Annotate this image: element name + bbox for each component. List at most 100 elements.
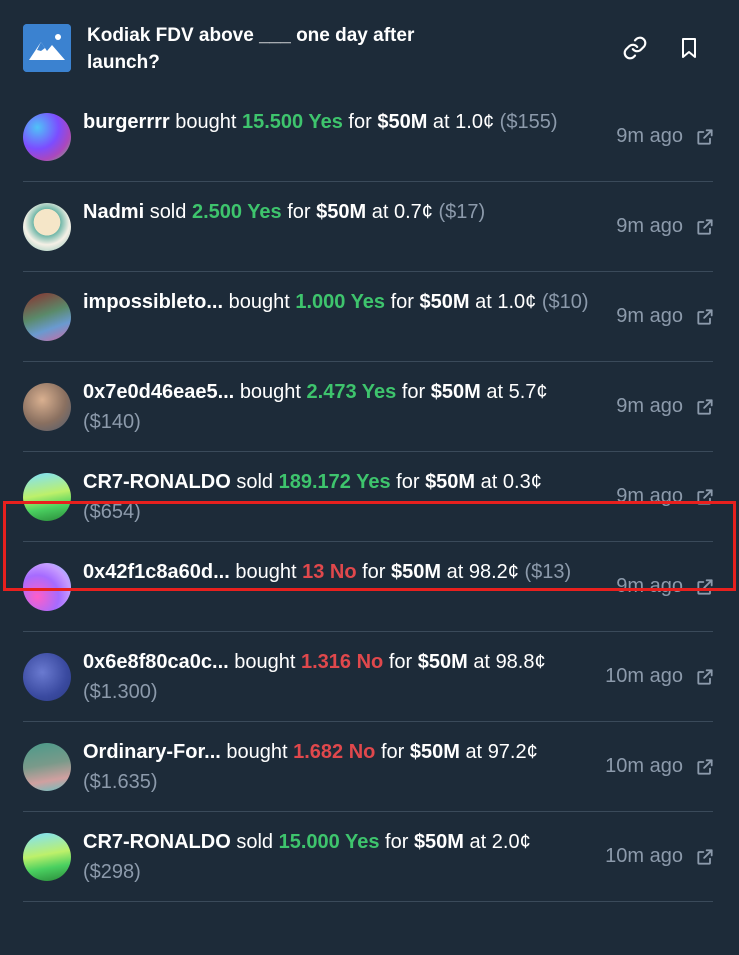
word-for: for [348, 111, 372, 133]
trade-user[interactable]: 0x6e8f80ca0c... [83, 651, 229, 673]
external-link-icon[interactable] [695, 577, 715, 597]
trade-price: 5.7¢ [508, 381, 548, 403]
trade-verb: bought [234, 651, 296, 673]
trade-user[interactable]: 0x7e0d46eae5... [83, 381, 234, 403]
word-for: for [401, 381, 426, 403]
trade-row[interactable]: impossibleto... bought 1.000 Yes for $50… [0, 272, 739, 362]
trade-description: 0x7e0d46eae5... bought 2.473 Yes for $50… [83, 377, 593, 437]
trade-amount: 2.473 Yes [306, 381, 397, 403]
word-for: for [388, 651, 413, 673]
trade-row[interactable]: 0x7e0d46eae5... bought 2.473 Yes for $50… [0, 362, 739, 452]
external-link-icon[interactable] [695, 487, 715, 507]
trade-time: 9m ago [616, 395, 683, 417]
trade-market: $50M [419, 291, 470, 313]
trade-description: 0x6e8f80ca0c... bought 1.316 No for $50M… [83, 647, 593, 707]
trade-total: ($13) [524, 561, 572, 583]
user-avatar[interactable] [23, 743, 71, 791]
external-link-icon[interactable] [695, 667, 715, 687]
word-for: for [362, 561, 386, 583]
trade-user[interactable]: Nadmi [83, 201, 144, 223]
trade-row[interactable]: Nadmi sold 2.500 Yes for $50M at 0.7¢ ($… [0, 182, 739, 272]
trade-verb: bought [235, 561, 297, 583]
word-at: at [371, 201, 389, 223]
trade-verb: bought [175, 111, 237, 133]
user-avatar[interactable] [23, 833, 71, 881]
trade-total: ($10) [541, 291, 589, 313]
word-for: for [396, 471, 420, 493]
trade-row[interactable]: burgerrrr bought 15.500 Yes for $50M at … [0, 92, 739, 182]
copy-link-button[interactable] [619, 32, 651, 64]
trade-user[interactable]: impossibleto... [83, 291, 223, 313]
trade-verb: sold [149, 201, 187, 223]
trade-total: ($140) [83, 411, 141, 433]
trade-row[interactable]: Ordinary-For... bought 1.682 No for $50M… [0, 722, 739, 812]
trade-price: 98.2¢ [468, 561, 519, 583]
trade-total: ($17) [438, 201, 486, 223]
external-link-icon[interactable] [695, 847, 715, 867]
word-at: at [446, 561, 464, 583]
trade-description: burgerrrr bought 15.500 Yes for $50M at … [83, 107, 593, 137]
trade-description: 0x42f1c8a60d... bought 13 No for $50M at… [83, 557, 593, 587]
trade-price: 0.7¢ [394, 201, 433, 223]
trade-market: $50M [391, 561, 442, 583]
trade-verb: bought [239, 381, 301, 403]
trade-amount: 15.500 Yes [242, 111, 343, 133]
user-avatar[interactable] [23, 293, 71, 341]
user-avatar[interactable] [23, 113, 71, 161]
trade-user[interactable]: Ordinary-For... [83, 741, 221, 763]
word-for: for [385, 831, 409, 853]
word-for: for [287, 201, 311, 223]
trade-amount: 15.000 Yes [278, 831, 380, 853]
trade-description: CR7-RONALDO sold 15.000 Yes for $50M at … [83, 827, 593, 887]
external-link-icon[interactable] [695, 307, 715, 327]
trade-user[interactable]: burgerrrr [83, 111, 170, 133]
trade-amount: 1.316 No [300, 651, 384, 673]
user-avatar[interactable] [23, 653, 71, 701]
trade-time: 10m ago [605, 755, 683, 777]
trade-price: 2.0¢ [491, 831, 531, 853]
word-at: at [486, 381, 504, 403]
trade-time: 9m ago [616, 305, 683, 327]
external-link-icon[interactable] [695, 127, 715, 147]
trade-description: Nadmi sold 2.500 Yes for $50M at 0.7¢ ($… [83, 197, 593, 227]
user-avatar[interactable] [23, 383, 71, 431]
trade-price: 1.0¢ [455, 111, 495, 133]
trade-time: 9m ago [616, 575, 683, 597]
bookmark-button[interactable] [673, 32, 705, 64]
trade-user[interactable]: CR7-RONALDO [83, 471, 231, 493]
trade-description: impossibleto... bought 1.000 Yes for $50… [83, 287, 593, 317]
external-link-icon[interactable] [695, 397, 715, 417]
trade-market: $50M [316, 201, 367, 223]
trade-row[interactable]: 0x6e8f80ca0c... bought 1.316 No for $50M… [0, 632, 739, 722]
market-title: Kodiak FDV above ___ one day after launc… [87, 25, 415, 73]
user-avatar[interactable] [23, 563, 71, 611]
trade-description: Ordinary-For... bought 1.682 No for $50M… [83, 737, 593, 797]
trade-time: 9m ago [616, 215, 683, 237]
trade-user[interactable]: 0x42f1c8a60d... [83, 561, 230, 583]
trade-market: $50M [413, 831, 464, 853]
word-for: for [390, 291, 414, 313]
external-link-icon[interactable] [695, 217, 715, 237]
trade-time: 10m ago [605, 845, 683, 867]
trade-time: 9m ago [616, 485, 683, 507]
row-divider [23, 901, 713, 902]
trade-row[interactable]: CR7-RONALDO sold 189.172 Yes for $50M at… [0, 452, 739, 542]
trade-price: 0.3¢ [502, 471, 542, 493]
word-for: for [380, 741, 405, 763]
trade-row[interactable]: 0x42f1c8a60d... bought 13 No for $50M at… [0, 542, 739, 632]
trade-total: ($654) [83, 501, 141, 523]
trade-time: 9m ago [616, 125, 683, 147]
trade-user[interactable]: CR7-RONALDO [83, 831, 231, 853]
trade-market: $50M [417, 651, 468, 673]
trade-verb: sold [236, 831, 274, 853]
trade-total: ($155) [499, 111, 558, 133]
trade-verb: sold [236, 471, 274, 493]
trade-time: 10m ago [605, 665, 683, 687]
market-header: Kodiak FDV above ___ one day after launc… [0, 0, 739, 92]
word-at: at [475, 291, 492, 313]
word-at: at [432, 111, 450, 133]
trade-row[interactable]: CR7-RONALDO sold 15.000 Yes for $50M at … [0, 812, 739, 902]
external-link-icon[interactable] [695, 757, 715, 777]
user-avatar[interactable] [23, 203, 71, 251]
user-avatar[interactable] [23, 473, 71, 521]
